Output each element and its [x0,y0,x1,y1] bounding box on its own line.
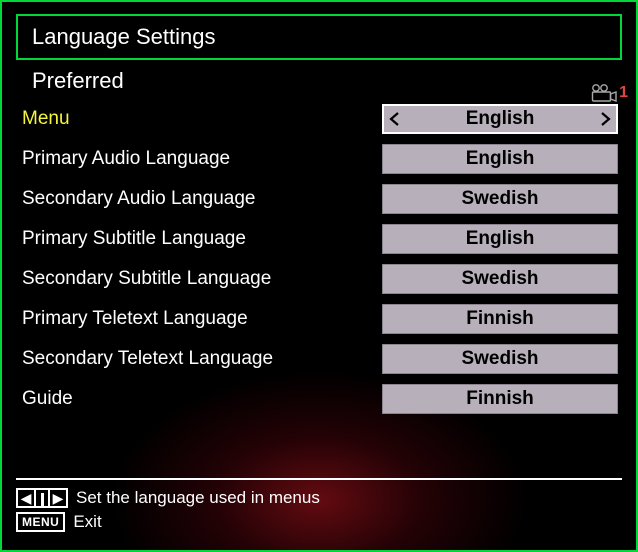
setting-row[interactable]: Secondary Subtitle Language Swedish [20,260,618,298]
setting-row[interactable]: Menu English [20,100,618,138]
setting-value: Finnish [466,388,534,410]
camera-icon: 1 [591,84,628,102]
section-label: Preferred [32,68,606,94]
setting-row[interactable]: Guide Finnish [20,380,618,418]
value-selector[interactable]: Swedish [382,264,618,294]
settings-list: Menu English Primary Audio Language English… [20,100,618,418]
value-selector[interactable]: English [382,104,618,134]
chevron-right-icon[interactable] [594,106,616,132]
divider [16,478,622,480]
setting-value: English [466,108,535,130]
settings-panel: Language Settings Preferred 1 Menu Englis… [0,0,638,552]
setting-row[interactable]: Primary Teletext Language Finnish [20,300,618,338]
setting-value: English [466,228,535,250]
setting-value: English [466,148,535,170]
setting-label: Secondary Teletext Language [20,348,382,370]
chevron-left-icon[interactable] [384,106,406,132]
setting-row[interactable]: Primary Subtitle Language English [20,220,618,258]
setting-label: Secondary Subtitle Language [20,268,382,290]
setting-row[interactable]: Secondary Audio Language Swedish [20,180,618,218]
setting-value: Swedish [461,348,538,370]
setting-label: Primary Subtitle Language [20,228,382,250]
setting-label: Menu [20,108,382,130]
footer-nav-hint: ◀▶ Set the language used in menus [16,488,622,508]
corner-indicator: 1 [619,84,628,102]
setting-label: Guide [20,388,382,410]
page-title: Language Settings [32,24,606,50]
setting-row[interactable]: Secondary Teletext Language Swedish [20,340,618,378]
setting-row[interactable]: Primary Audio Language English [20,140,618,178]
value-selector[interactable]: English [382,144,618,174]
footer-menu-hint: MENU Exit [16,512,622,532]
setting-value: Swedish [461,268,538,290]
setting-value: Swedish [461,188,538,210]
value-selector[interactable]: Finnish [382,384,618,414]
value-selector[interactable]: English [382,224,618,254]
setting-label: Secondary Audio Language [20,188,382,210]
setting-label: Primary Teletext Language [20,308,382,330]
footer: ◀▶ Set the language used in menus MENU E… [16,478,622,536]
setting-label: Primary Audio Language [20,148,382,170]
title-box: Language Settings [16,14,622,60]
menu-hint-text: Exit [73,512,101,532]
setting-value: Finnish [466,308,534,330]
value-selector[interactable]: Swedish [382,344,618,374]
nav-hint-text: Set the language used in menus [76,488,320,508]
value-selector[interactable]: Finnish [382,304,618,334]
value-selector[interactable]: Swedish [382,184,618,214]
menu-button-icon: MENU [16,512,65,532]
dpad-icon: ◀▶ [16,488,68,508]
